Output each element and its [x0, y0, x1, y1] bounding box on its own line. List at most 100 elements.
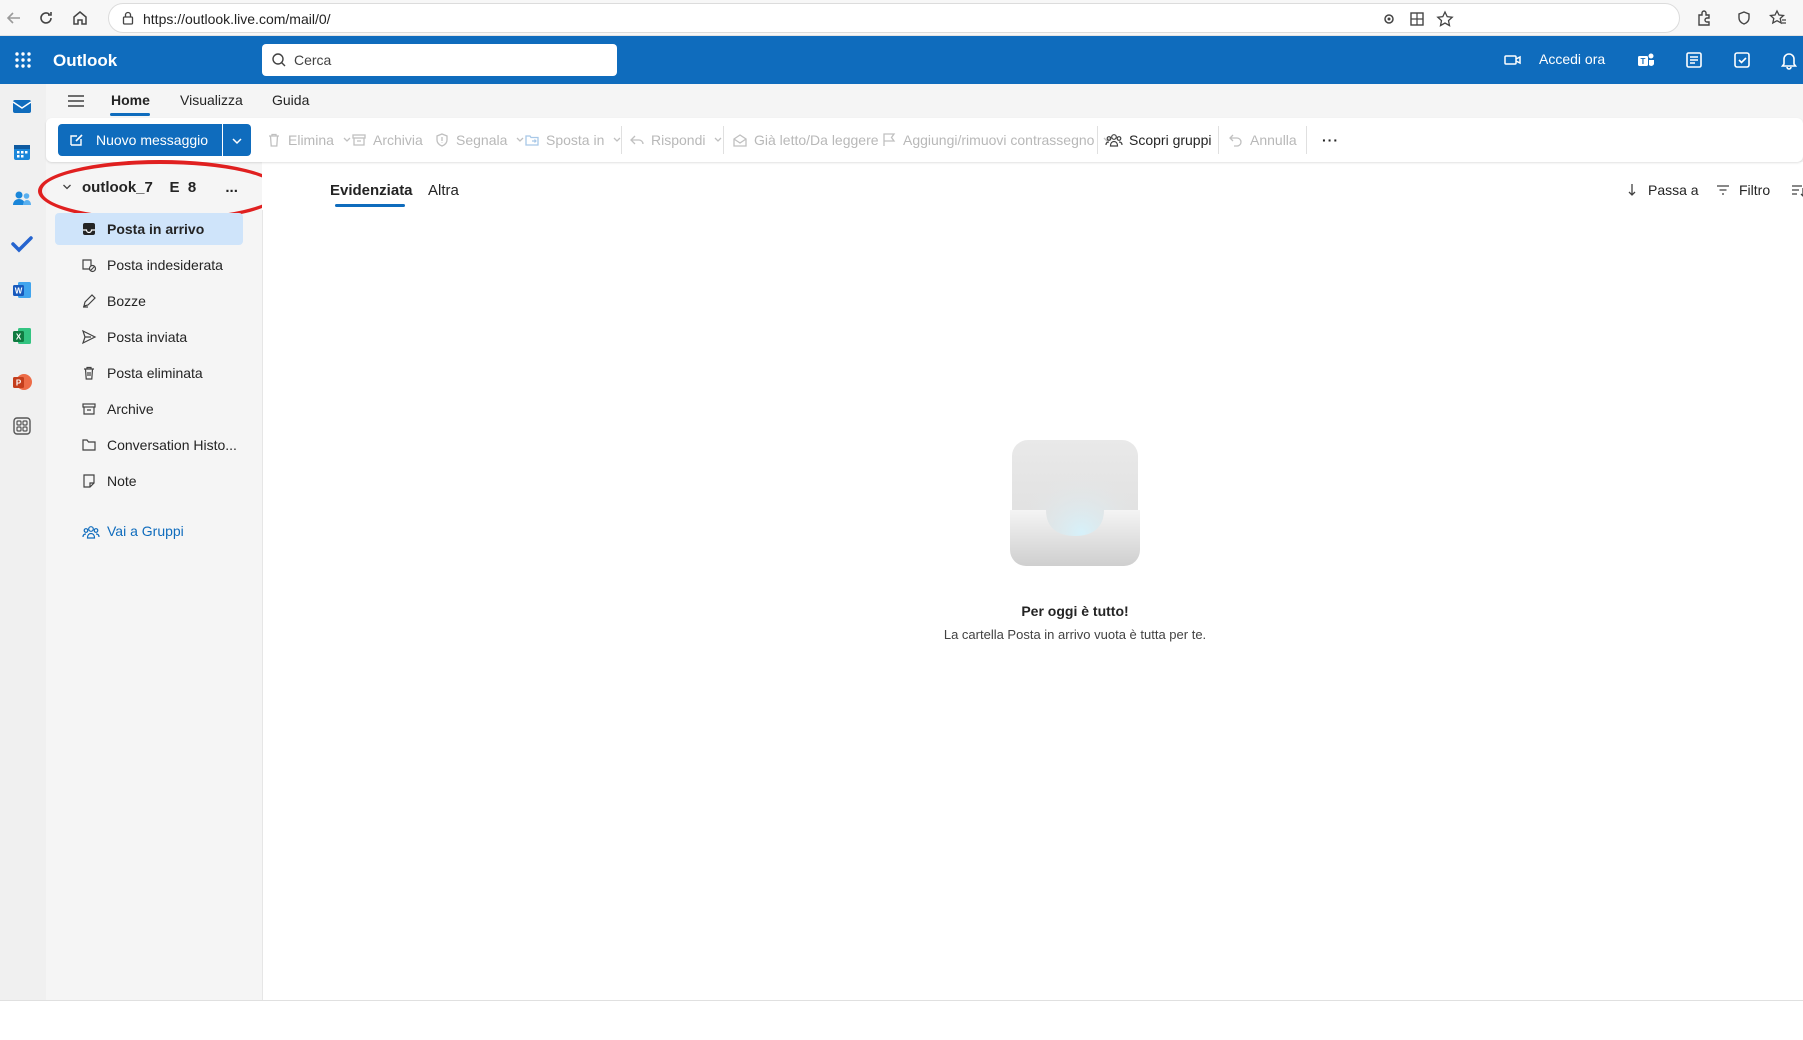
- folder-move-icon: [525, 135, 539, 146]
- people-group-icon: [82, 526, 100, 539]
- people-group-icon: [1105, 134, 1123, 147]
- new-message-label: Nuovo messaggio: [96, 132, 209, 148]
- tab-focused-indicator: [335, 204, 405, 207]
- undo-label: Annulla: [1250, 132, 1297, 148]
- word-icon[interactable]: W: [10, 278, 34, 302]
- app-available-icon[interactable]: [1407, 9, 1427, 29]
- reply-button[interactable]: Rispondi: [629, 130, 729, 150]
- filter-icon: [1717, 185, 1729, 195]
- favorites-icon[interactable]: [1766, 6, 1790, 30]
- notifications-bell-icon[interactable]: [1778, 49, 1800, 71]
- jump-to-button[interactable]: Passa a: [1624, 182, 1699, 198]
- archive-button[interactable]: Archivia: [351, 130, 423, 150]
- extensions-icon[interactable]: [1692, 6, 1716, 30]
- svg-text:X: X: [16, 333, 22, 342]
- folder-archive[interactable]: Archive: [55, 393, 243, 425]
- word-sheet-icon[interactable]: [1683, 49, 1705, 71]
- folder-inbox[interactable]: Posta in arrivo: [55, 213, 243, 245]
- folder-label: Note: [107, 473, 137, 489]
- ribbon-toolbar: Nuovo messaggio Elimina Archivia Segnala…: [46, 118, 1803, 162]
- empty-inbox-illustration: [1010, 440, 1140, 566]
- home-icon[interactable]: [68, 6, 92, 30]
- page-bottom: [0, 1000, 1803, 1040]
- sort-icon[interactable]: [1790, 182, 1803, 198]
- todo-checkmark-icon[interactable]: [10, 232, 34, 256]
- reply-label: Rispondi: [651, 132, 706, 148]
- chevron-down-icon: [232, 138, 242, 145]
- favorite-star-icon[interactable]: [1435, 9, 1455, 29]
- folder-label: Posta eliminata: [107, 365, 203, 381]
- ribbon: Nuovo messaggio Elimina Archivia Segnala…: [46, 118, 1803, 162]
- folder-label: Posta in arrivo: [107, 221, 205, 237]
- folder-label: Conversation Histo...: [107, 437, 237, 453]
- address-bar[interactable]: https://outlook.live.com/mail/0/: [108, 3, 1680, 33]
- folder-notes[interactable]: Note: [55, 465, 243, 497]
- tab-focused[interactable]: Evidenziata: [330, 182, 413, 199]
- tab-home[interactable]: Home: [111, 92, 150, 108]
- hamburger-menu-icon[interactable]: [66, 91, 86, 111]
- folder-junk[interactable]: Posta indesiderata: [55, 249, 243, 281]
- folder-deleted[interactable]: Posta eliminata: [55, 357, 243, 389]
- my-day-icon[interactable]: [1731, 49, 1753, 71]
- filter-label: Filtro: [1739, 182, 1771, 198]
- calendar-icon[interactable]: [10, 140, 34, 164]
- app-launcher-icon[interactable]: [8, 45, 38, 75]
- go-to-groups-link[interactable]: Vai a Gruppi: [82, 520, 262, 544]
- go-to-groups-label: Vai a Gruppi: [107, 523, 184, 539]
- video-camera-icon[interactable]: [1503, 50, 1523, 70]
- tab-view[interactable]: Visualizza: [180, 92, 243, 108]
- more-options-button[interactable]: ···: [1322, 130, 1339, 150]
- report-button[interactable]: Segnala: [434, 130, 531, 150]
- folder-label: Archive: [107, 401, 154, 417]
- delete-button[interactable]: Elimina: [266, 130, 358, 150]
- more-apps-icon[interactable]: [10, 414, 34, 438]
- tab-help[interactable]: Guida: [272, 92, 309, 108]
- envelope-open-icon: [733, 134, 747, 147]
- search-icon: [272, 53, 286, 67]
- divider: [723, 126, 724, 154]
- more-options-label: ···: [1322, 132, 1339, 148]
- teams-icon[interactable]: T: [1635, 49, 1657, 71]
- tracking-icon[interactable]: [1379, 9, 1399, 29]
- archive-icon: [82, 403, 96, 415]
- folder-conversation-history[interactable]: Conversation Histo...: [55, 429, 243, 461]
- excel-icon[interactable]: X: [10, 324, 34, 348]
- undo-icon: [1229, 134, 1242, 147]
- svg-text:T: T: [1641, 57, 1646, 66]
- chevron-down-icon: [715, 137, 722, 142]
- reply-arrow-icon: [630, 135, 644, 145]
- ribbon-tabs: Home Visualizza Guida: [46, 84, 1803, 118]
- flag-icon: [883, 133, 896, 146]
- read-unread-button[interactable]: Già letto/Da leggere: [732, 130, 879, 150]
- new-message-button[interactable]: Nuovo messaggio: [58, 124, 222, 156]
- discover-groups-button[interactable]: Scopri gruppi: [1105, 130, 1212, 150]
- powerpoint-icon[interactable]: P: [10, 370, 34, 394]
- search-placeholder: Cerca: [294, 52, 332, 68]
- meet-now-button[interactable]: Accedi ora: [1539, 51, 1605, 67]
- svg-text:P: P: [16, 379, 22, 388]
- filter-button[interactable]: Filtro: [1715, 182, 1770, 198]
- divider: [1218, 126, 1219, 154]
- flag-button[interactable]: Aggiungi/rimuovi contrassegno: [881, 130, 1118, 150]
- back-icon[interactable]: [2, 6, 26, 30]
- people-icon[interactable]: [10, 186, 34, 210]
- app-title[interactable]: Outlook: [53, 51, 117, 71]
- jump-arrow-icon: [1628, 184, 1636, 196]
- new-message-dropdown[interactable]: [223, 124, 251, 156]
- move-to-button[interactable]: Sposta in: [524, 130, 628, 150]
- delete-label: Elimina: [288, 132, 334, 148]
- undo-button[interactable]: Annulla: [1228, 130, 1297, 150]
- search-input[interactable]: Cerca: [262, 44, 617, 76]
- tab-other[interactable]: Altra: [428, 182, 459, 199]
- folder-label: Posta indesiderata: [107, 257, 223, 273]
- compose-icon: [70, 134, 83, 146]
- mail-icon[interactable]: [10, 94, 34, 118]
- folder-drafts[interactable]: Bozze: [55, 285, 243, 317]
- folder-sent[interactable]: Posta inviata: [55, 321, 243, 353]
- app-rail: W X P: [0, 84, 46, 1000]
- note-icon: [83, 474, 95, 488]
- browser-essentials-icon[interactable]: [1732, 6, 1756, 30]
- app-header: Outlook Cerca Accedi ora T: [0, 36, 1803, 84]
- move-to-label: Sposta in: [546, 132, 605, 148]
- refresh-icon[interactable]: [34, 6, 58, 30]
